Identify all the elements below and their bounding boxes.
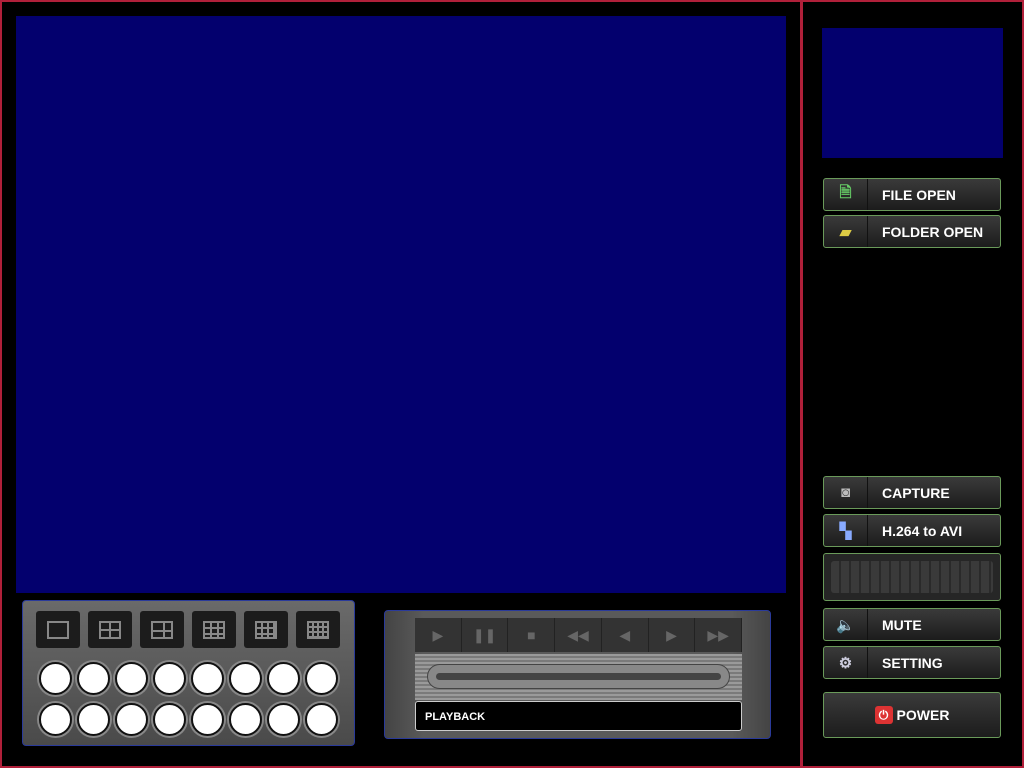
capture-button[interactable]: ◙ CAPTURE xyxy=(823,476,1001,509)
setting-button[interactable]: ⚙ SETTING xyxy=(823,646,1001,679)
video-display[interactable] xyxy=(16,16,786,593)
layout-16-button[interactable] xyxy=(296,611,340,648)
channel-button-5[interactable] xyxy=(191,662,224,695)
preview-display xyxy=(822,28,1003,158)
step-back-icon[interactable]: ◀ xyxy=(602,618,649,652)
layout-6-button[interactable] xyxy=(140,611,184,648)
pause-icon[interactable]: ❚❚ xyxy=(462,618,509,652)
setting-label: SETTING xyxy=(882,654,943,671)
channel-button-4[interactable] xyxy=(153,662,186,695)
stop-icon[interactable]: ■ xyxy=(508,618,556,652)
layout-9-button[interactable] xyxy=(192,611,236,648)
folder-open-button[interactable]: ▰ FOLDER OPEN xyxy=(823,215,1001,248)
rewind-icon[interactable]: ◀◀ xyxy=(555,618,602,652)
convert-icon: ▚ xyxy=(824,515,868,546)
channel-button-9[interactable] xyxy=(39,703,72,736)
capture-label: CAPTURE xyxy=(882,484,950,501)
file-open-button[interactable]: 🗎 FILE OPEN xyxy=(823,178,1001,211)
layout-panel xyxy=(22,600,355,746)
channel-button-10[interactable] xyxy=(77,703,110,736)
channel-button-3[interactable] xyxy=(115,662,148,695)
folder-icon: ▰ xyxy=(824,216,868,247)
playback-panel: ▶ ❚❚ ■ ◀◀ ◀ ▶ ▶▶ PLAYBACK xyxy=(384,610,771,739)
playback-controls: ▶ ❚❚ ■ ◀◀ ◀ ▶ ▶▶ xyxy=(415,618,743,652)
channel-button-6[interactable] xyxy=(229,662,262,695)
play-icon[interactable]: ▶ xyxy=(415,618,462,652)
channel-button-8[interactable] xyxy=(305,662,338,695)
channel-button-7[interactable] xyxy=(267,662,300,695)
convert-button[interactable]: ▚ H.264 to AVI xyxy=(823,514,1001,547)
power-label: POWER xyxy=(896,707,950,723)
channel-button-11[interactable] xyxy=(115,703,148,736)
channel-button-12[interactable] xyxy=(153,703,186,736)
volume-meter[interactable] xyxy=(823,553,1001,601)
seek-slider[interactable] xyxy=(415,654,742,700)
mute-label: MUTE xyxy=(882,616,922,633)
channel-button-15[interactable] xyxy=(267,703,300,736)
folder-open-label: FOLDER OPEN xyxy=(882,223,984,240)
channel-button-13[interactable] xyxy=(191,703,224,736)
power-button[interactable]: ⏻ POWER xyxy=(823,692,1001,738)
layout-13-button[interactable] xyxy=(244,611,288,648)
fast-forward-icon[interactable]: ▶▶ xyxy=(695,618,743,652)
channel-button-2[interactable] xyxy=(77,662,110,695)
playback-status: PLAYBACK xyxy=(415,701,742,731)
divider xyxy=(800,0,803,768)
channel-button-1[interactable] xyxy=(39,662,72,695)
step-forward-icon[interactable]: ▶ xyxy=(649,618,696,652)
gear-icon: ⚙ xyxy=(824,647,868,678)
file-open-label: FILE OPEN xyxy=(882,186,956,203)
camera-icon: ◙ xyxy=(824,477,868,508)
mute-button[interactable]: 🔈 MUTE xyxy=(823,608,1001,641)
layout-4-button[interactable] xyxy=(88,611,132,648)
channel-button-14[interactable] xyxy=(229,703,262,736)
channel-button-16[interactable] xyxy=(305,703,338,736)
power-icon: ⏻ xyxy=(874,706,893,724)
layout-1-button[interactable] xyxy=(36,611,80,648)
speaker-icon: 🔈 xyxy=(824,609,868,640)
file-icon: 🗎 xyxy=(824,179,868,210)
convert-label: H.264 to AVI xyxy=(882,522,963,539)
